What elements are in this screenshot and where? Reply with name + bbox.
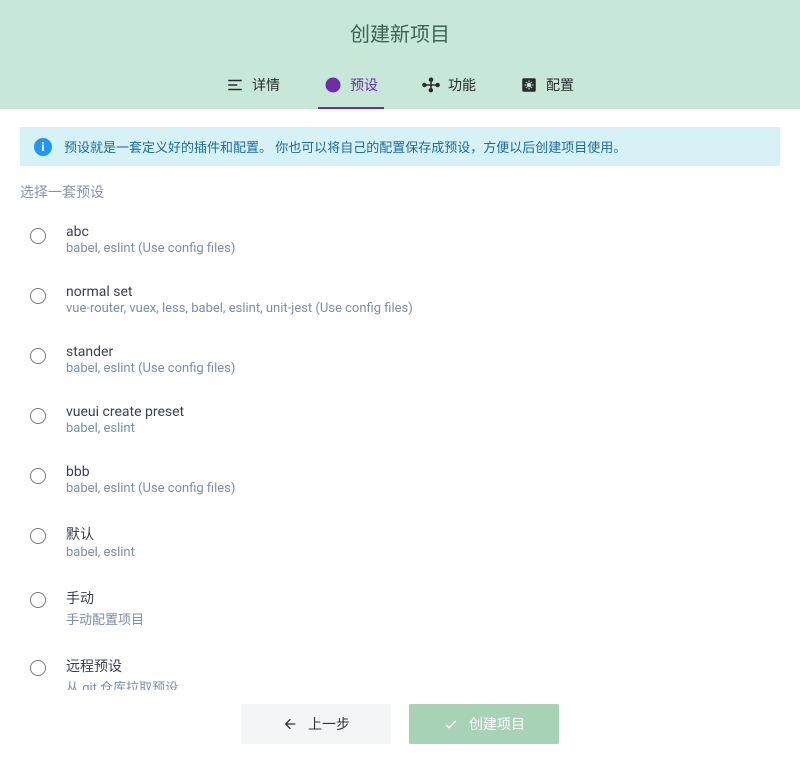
preset-item[interactable]: 手动 手动配置项目 [20, 574, 780, 642]
create-button[interactable]: 创建项目 [409, 704, 559, 744]
arrow-left-icon [282, 716, 298, 732]
nodes-icon [422, 76, 440, 94]
check-circle-icon [324, 76, 342, 94]
tab-label: 详情 [252, 75, 280, 95]
preset-name: normal set [66, 284, 413, 300]
tab-details[interactable]: 详情 [220, 65, 286, 109]
preset-item[interactable]: 默认 babel, eslint [20, 510, 780, 574]
tabs-bar: 详情 预设 功能 配置 [0, 65, 800, 109]
preset-item[interactable]: stander babel, eslint (Use config files) [20, 330, 780, 390]
preset-desc: babel, eslint [66, 421, 184, 436]
preset-text: 手动 手动配置项目 [66, 588, 144, 628]
radio-button[interactable] [30, 348, 46, 364]
gear-box-icon [520, 76, 538, 94]
radio-button[interactable] [30, 660, 46, 676]
tab-config[interactable]: 配置 [514, 65, 580, 109]
preset-item[interactable]: vueui create preset babel, eslint [20, 390, 780, 450]
radio-button[interactable] [30, 228, 46, 244]
page-title: 创建新项目 [0, 18, 800, 65]
back-button[interactable]: 上一步 [241, 704, 391, 744]
preset-text: vueui create preset babel, eslint [66, 404, 184, 436]
preset-text: stander babel, eslint (Use config files) [66, 344, 235, 376]
preset-item[interactable]: normal set vue-router, vuex, less, babel… [20, 270, 780, 330]
check-icon [443, 716, 459, 732]
preset-text: bbb babel, eslint (Use config files) [66, 464, 235, 496]
radio-button[interactable] [30, 468, 46, 484]
presets-list: abc babel, eslint (Use config files) nor… [0, 210, 800, 710]
details-icon [226, 76, 244, 94]
header: 创建新项目 详情 预设 功能 配置 [0, 0, 800, 109]
radio-button[interactable] [30, 408, 46, 424]
back-button-label: 上一步 [308, 714, 350, 734]
tab-features[interactable]: 功能 [416, 65, 482, 109]
info-text: 预设就是一套定义好的插件和配置。 你也可以将自己的配置保存成预设，方便以后创建项… [64, 137, 626, 156]
preset-name: 远程预设 [66, 656, 178, 676]
preset-text: normal set vue-router, vuex, less, babel… [66, 284, 413, 316]
tab-label: 功能 [448, 75, 476, 95]
section-title: 选择一套预设 [20, 182, 780, 202]
preset-text: 默认 babel, eslint [66, 524, 135, 560]
preset-desc: babel, eslint (Use config files) [66, 241, 235, 256]
footer: 上一步 创建项目 [0, 690, 800, 758]
preset-name: 默认 [66, 524, 135, 544]
preset-name: bbb [66, 464, 235, 480]
preset-name: vueui create preset [66, 404, 184, 420]
preset-desc: vue-router, vuex, less, babel, eslint, u… [66, 301, 413, 316]
radio-button[interactable] [30, 528, 46, 544]
tab-label: 配置 [546, 75, 574, 95]
info-icon: i [34, 138, 52, 156]
preset-item[interactable]: bbb babel, eslint (Use config files) [20, 450, 780, 510]
radio-button[interactable] [30, 288, 46, 304]
preset-desc: babel, eslint [66, 545, 135, 560]
preset-desc: babel, eslint (Use config files) [66, 481, 235, 496]
preset-item[interactable]: abc babel, eslint (Use config files) [20, 210, 780, 270]
tab-label: 预设 [350, 75, 378, 95]
preset-desc: 手动配置项目 [66, 609, 144, 628]
preset-desc: babel, eslint (Use config files) [66, 361, 235, 376]
info-banner: i 预设就是一套定义好的插件和配置。 你也可以将自己的配置保存成预设，方便以后创… [20, 127, 780, 166]
radio-button[interactable] [30, 592, 46, 608]
preset-name: stander [66, 344, 235, 360]
tab-presets[interactable]: 预设 [318, 65, 384, 109]
preset-name: 手动 [66, 588, 144, 608]
preset-text: abc babel, eslint (Use config files) [66, 224, 235, 256]
create-button-label: 创建项目 [469, 714, 525, 734]
preset-name: abc [66, 224, 235, 240]
